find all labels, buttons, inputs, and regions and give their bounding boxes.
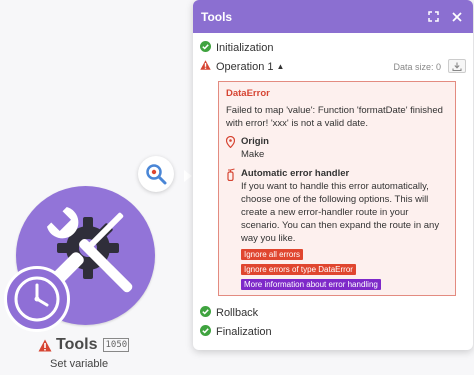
- row-rollback[interactable]: Rollback: [193, 303, 473, 322]
- row-label: Initialization: [216, 41, 274, 54]
- origin-value: Make: [241, 149, 265, 160]
- error-type: DataError: [226, 88, 270, 99]
- expand-icon[interactable]: [425, 9, 441, 25]
- inspector-panel: Tools Initialization Operation 1 ▲ Data …: [193, 0, 473, 350]
- module-subtitle: Set variable: [50, 358, 109, 370]
- caret-up-icon[interactable]: ▲: [276, 62, 284, 71]
- row-label: Operation 1: [216, 60, 274, 73]
- error-handling-info-button[interactable]: More information about error handling: [241, 279, 381, 290]
- panel-title: Tools: [201, 9, 233, 24]
- panel-header: Tools: [193, 0, 473, 33]
- origin-section: Origin Make: [225, 135, 448, 161]
- origin-label: Origin: [241, 136, 269, 147]
- clock-icon: [14, 276, 60, 322]
- bubble-tail: [184, 170, 192, 182]
- row-operation[interactable]: Operation 1 ▲ Data size: 0: [193, 57, 473, 76]
- module-name: Tools: [56, 336, 98, 353]
- handler-label: Automatic error handler: [241, 168, 350, 179]
- success-icon: [200, 324, 211, 339]
- module-label: Tools 1050: [38, 336, 130, 354]
- warning-icon: [38, 339, 52, 352]
- handler-text: If you want to handle this error automat…: [241, 181, 440, 244]
- location-pin-icon: [225, 135, 241, 161]
- row-label: Finalization: [216, 325, 272, 338]
- handler-section: Automatic error handler If you want to h…: [226, 167, 448, 293]
- handler-buttons: Ignore all errors Ignore errors of type …: [241, 248, 448, 293]
- magnifier-icon: [146, 164, 167, 185]
- error-message: Failed to map 'value': Function 'formatD…: [226, 105, 443, 129]
- schedule-trigger[interactable]: [4, 266, 70, 332]
- warning-icon: [200, 60, 211, 73]
- fire-extinguisher-icon: [226, 167, 241, 293]
- success-icon: [200, 305, 211, 320]
- download-icon: [452, 62, 462, 71]
- close-icon[interactable]: [449, 9, 465, 25]
- data-size: Data size: 0: [393, 62, 441, 72]
- ignore-error-type-button[interactable]: Ignore errors of type DataError: [241, 264, 356, 275]
- error-details: DataError Failed to map 'value': Functio…: [218, 81, 456, 296]
- ignore-all-errors-button[interactable]: Ignore all errors: [241, 249, 304, 260]
- module-id-badge: 1050: [103, 338, 130, 352]
- scenario-canvas: Tools 1050 Set variable: [0, 0, 200, 375]
- row-initialization[interactable]: Initialization: [193, 38, 473, 57]
- row-label: Rollback: [216, 306, 259, 319]
- download-button[interactable]: [448, 59, 466, 73]
- success-icon: [200, 40, 211, 55]
- row-finalization[interactable]: Finalization: [193, 322, 473, 341]
- inspector-bubble[interactable]: [138, 156, 174, 192]
